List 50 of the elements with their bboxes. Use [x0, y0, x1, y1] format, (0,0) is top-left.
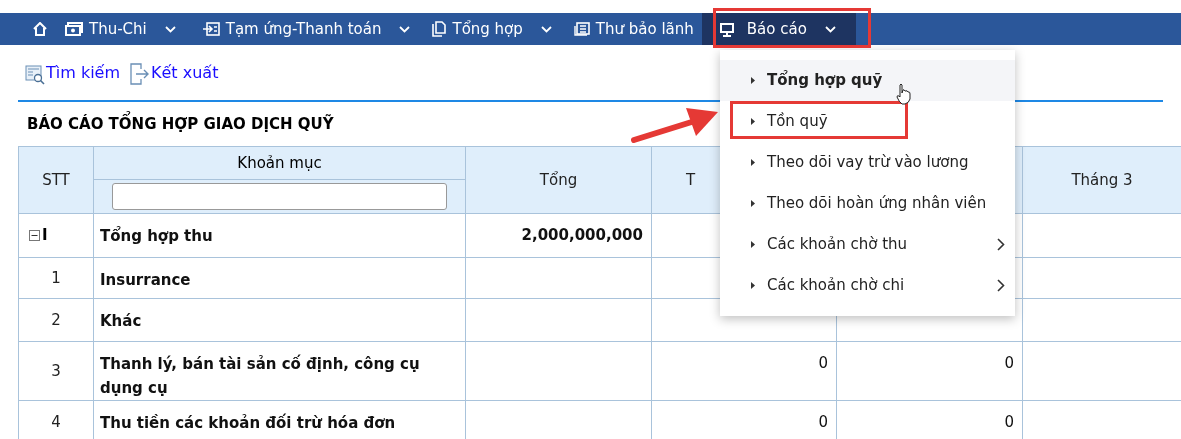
export-icon	[130, 62, 151, 85]
column-header: Khoản mục	[94, 147, 465, 180]
table-cell: 0	[651, 341, 837, 401]
stt-cell: 3	[18, 341, 94, 401]
bullet-icon	[751, 241, 755, 248]
monitor-icon	[718, 21, 735, 37]
nav-menu-item[interactable]: Tạm ứng-Thanh toán	[201, 13, 433, 45]
home-icon	[33, 22, 47, 36]
chevron-right-icon	[997, 238, 1005, 251]
row-number: I	[42, 224, 48, 246]
nav-menu-item[interactable]: Thư bảo lãnh	[573, 13, 702, 45]
chevron-right-icon	[997, 279, 1005, 292]
stt-cell: 2	[18, 298, 94, 342]
menu-item[interactable]: Tổng hợp quỹ	[720, 60, 1015, 101]
collapse-icon[interactable]	[29, 229, 40, 241]
table-cell: 2,000,000,000	[465, 213, 652, 258]
column-header: STT	[18, 146, 94, 214]
bullet-icon	[751, 159, 755, 166]
chevron-down-icon	[399, 25, 411, 33]
hand-cursor-icon	[896, 83, 912, 105]
item-name-cell: Thanh lý, bán tài sản cố định, công cụ dụng cụ	[93, 341, 466, 401]
nav-menu-item[interactable]: Báo cáo	[701, 13, 856, 45]
filter-field[interactable]	[112, 183, 447, 210]
item-name-cell: Tổng hợp thu	[93, 213, 466, 258]
nav-menu-item[interactable]: Tổng hợp	[432, 13, 574, 45]
chevron-down-icon	[824, 25, 836, 33]
bullet-icon	[751, 77, 755, 84]
item-name-cell: Khác	[93, 298, 466, 342]
bullet-icon	[751, 118, 755, 125]
item-name-cell: Insurrance	[93, 257, 466, 299]
toolbar-link[interactable]: Kết xuất	[130, 60, 219, 85]
newspaper-icon	[573, 22, 590, 36]
menu-item[interactable]: Các khoản chờ thu	[720, 224, 1015, 265]
toolbar-link[interactable]: Tìm kiếm	[25, 60, 121, 85]
chevron-down-icon	[540, 25, 552, 33]
stt-cell: 4	[18, 400, 94, 439]
nav-menu-item[interactable]: Thu-Chi	[65, 13, 202, 45]
bullet-icon	[751, 282, 755, 289]
column-header: Tổng	[465, 146, 652, 214]
menu-item[interactable]: Các khoản chờ chi	[720, 265, 1015, 306]
report-title: BÁO CÁO TỔNG HỢP GIAO DỊCH QUỸ	[27, 112, 334, 136]
document-icon	[432, 21, 447, 37]
chevron-down-icon	[164, 25, 176, 33]
money-icon	[65, 22, 83, 36]
stt-cell: 1	[18, 257, 94, 299]
search-icon	[25, 64, 45, 85]
column-header: Tháng 3	[1022, 146, 1181, 214]
bullet-icon	[751, 200, 755, 207]
sign-in-icon	[201, 22, 220, 36]
table-cell: 0	[836, 341, 1023, 401]
